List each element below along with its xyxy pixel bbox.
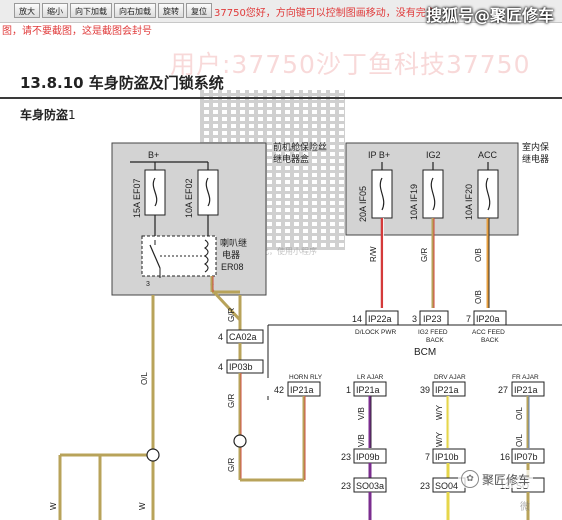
- conn-ip21a-1-label: IP21a: [290, 385, 314, 395]
- label-drvajar: DRV AJAR: [434, 374, 466, 381]
- wire-ol3-label: O/L: [515, 434, 524, 447]
- conn-ca02a-label: CA02a: [229, 332, 257, 342]
- label-dlock: D/LOCK PWR: [355, 329, 396, 336]
- source-logo-watermark: ✿ 聚匠修车: [458, 470, 534, 488]
- conn-ip07b-label: IP07b: [514, 452, 538, 462]
- wire-ob-label: O/B: [474, 248, 483, 262]
- label-horn: HORN RLY: [289, 374, 323, 381]
- right-ig2-label: IG2: [426, 150, 441, 160]
- fuse-box-label-1: 前机舱保险丝: [273, 141, 327, 152]
- label-ig2feed-1: IG2 FEED: [418, 329, 448, 336]
- conn-ip21a-4-label: IP21a: [514, 385, 538, 395]
- fuse-if19-label: 10A IF19: [409, 184, 419, 220]
- fuse-if05-label: 20A IF05: [358, 186, 368, 222]
- fuse-box-label-2: 继电器盒: [273, 153, 309, 164]
- wire-wy-label-2: W/Y: [435, 431, 444, 447]
- pin-14: 14: [352, 314, 362, 324]
- pin-42: 42: [274, 385, 284, 395]
- conn-ip22a-label: IP22a: [368, 314, 392, 324]
- wire-ob-label-2: O/B: [474, 290, 483, 304]
- conn-ip21a-2-label: IP21a: [356, 385, 380, 395]
- wire-w-label-1: W: [49, 502, 58, 510]
- room-box-label-2: 继电器: [522, 153, 549, 164]
- fuse-ef07-label: 15A EF07: [132, 178, 142, 218]
- pin-16: 16: [500, 452, 510, 462]
- pin-7b: 7: [425, 452, 430, 462]
- pin-23a: 23: [341, 452, 351, 462]
- wire-ol2-label: O/L: [515, 407, 524, 420]
- bcm-label: BCM: [414, 347, 436, 358]
- label-accfeed-2: BACK: [481, 337, 499, 344]
- wire-gr-label: G/R: [420, 248, 429, 262]
- wechat-bubble-icon: ✿: [461, 470, 479, 488]
- conn-ip09b-label: IP09b: [356, 452, 380, 462]
- pin-27: 27: [498, 385, 508, 395]
- logo-sub-watermark: 微: [520, 502, 530, 513]
- pin-4a: 4: [218, 332, 223, 342]
- conn-ip20a-label: IP20a: [476, 314, 500, 324]
- wire-gr4-label: G/R: [227, 458, 236, 472]
- wire-vb-label: V/B: [357, 407, 366, 420]
- right-ipbplus-label: IP B+: [368, 150, 390, 160]
- pin-7: 7: [466, 314, 471, 324]
- wire-rw-label: R/W: [369, 246, 378, 262]
- pin-1: 1: [346, 385, 351, 395]
- wire-gr2-label: G/R: [227, 308, 236, 322]
- conn-ip21a-3-label: IP21a: [435, 385, 459, 395]
- label-accfeed-1: ACC FEED: [472, 329, 505, 336]
- fuse-if20-label: 10A IF20: [464, 184, 474, 220]
- wire-gr3-label: G/R: [227, 394, 236, 408]
- conn-so04-label: SO04: [435, 481, 458, 491]
- conn-ip23-label: IP23: [423, 314, 442, 324]
- conn-ip03b-label: IP03b: [229, 362, 253, 372]
- right-acc-label: ACC: [478, 150, 498, 160]
- pin-4b: 4: [218, 362, 223, 372]
- wire-w-label-2: W: [138, 502, 147, 510]
- wire-wy-label: W/Y: [435, 404, 444, 420]
- logo-text: 聚匠修车: [482, 472, 531, 487]
- label-lrajar: LR AJAR: [357, 374, 384, 381]
- relay-pin-3: 3: [146, 281, 150, 288]
- pin-39: 39: [420, 385, 430, 395]
- fuse-ef02-label: 10A EF02: [184, 178, 194, 218]
- conn-ip10b-label: IP10b: [435, 452, 459, 462]
- pin-23b: 23: [341, 481, 351, 491]
- relay-label-1: 喇叭继: [220, 237, 247, 248]
- pin-3: 3: [412, 314, 417, 324]
- wire-vb-label-2: V/B: [357, 434, 366, 447]
- left-bplus-label: B+: [148, 150, 159, 160]
- relay-code: ER08: [221, 262, 244, 272]
- room-box-label-1: 室内保: [522, 141, 549, 152]
- label-frajar: FR AJAR: [512, 374, 539, 381]
- pin-23c: 23: [420, 481, 430, 491]
- wire-ol-label: O/L: [140, 372, 149, 385]
- label-ig2feed-2: BACK: [426, 337, 444, 344]
- splice-point-1: [233, 434, 247, 448]
- conn-so03a-label: SO03a: [356, 481, 384, 491]
- splice-point-2: [146, 448, 160, 462]
- relay-label-2: 电器: [222, 249, 240, 260]
- wiring-diagram: 前机舱保险丝 继电器盒 B+ 15A EF07 10A EF02 喇叭继 电器 …: [49, 141, 562, 520]
